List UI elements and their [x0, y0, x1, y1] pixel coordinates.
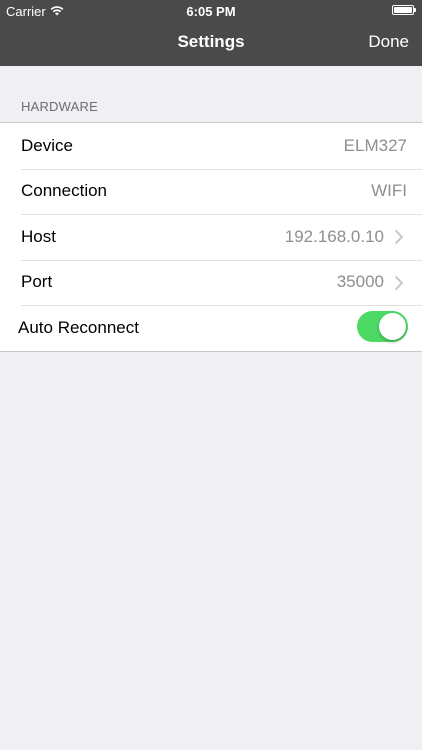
settings-row-port[interactable]: Port 35000: [0, 259, 422, 306]
chevron-right-icon: [392, 275, 406, 291]
toggle-knob: [379, 313, 406, 340]
auto-reconnect-toggle[interactable]: [357, 311, 408, 342]
row-label: Connection: [21, 181, 108, 201]
row-value: 35000: [336, 272, 384, 292]
row-value: 192.168.0.10: [284, 226, 384, 246]
row-label: Host: [21, 226, 56, 246]
settings-row-host[interactable]: Host 192.168.0.10: [0, 214, 422, 260]
row-label: Device: [21, 135, 73, 155]
chevron-right-icon: [392, 229, 406, 245]
battery-fill: [394, 7, 412, 13]
row-label: Auto Reconnect: [18, 317, 139, 337]
navigation-bar: Carrier 6:05 PM Settings Done: [0, 0, 422, 66]
battery-nub: [414, 8, 416, 12]
status-time: 6:05 PM: [186, 4, 236, 19]
row-label: Port: [21, 272, 53, 292]
settings-row-auto-reconnect: Auto Reconnect: [0, 305, 422, 351]
row-value: WIFI: [371, 181, 407, 201]
page-title: Settings: [177, 32, 245, 51]
settings-row-device[interactable]: Device ELM327: [0, 123, 422, 169]
section-header-hardware: HARDWARE: [21, 99, 98, 114]
settings-row-connection[interactable]: Connection WIFI: [0, 168, 422, 215]
row-value: ELM327: [343, 135, 407, 155]
done-button[interactable]: Done: [368, 32, 409, 52]
status-bar: Carrier 6:05 PM: [0, 0, 422, 22]
battery-icon: [392, 5, 416, 15]
hardware-settings-group: Device ELM327 Connection WIFI Host 192.1…: [0, 122, 422, 352]
